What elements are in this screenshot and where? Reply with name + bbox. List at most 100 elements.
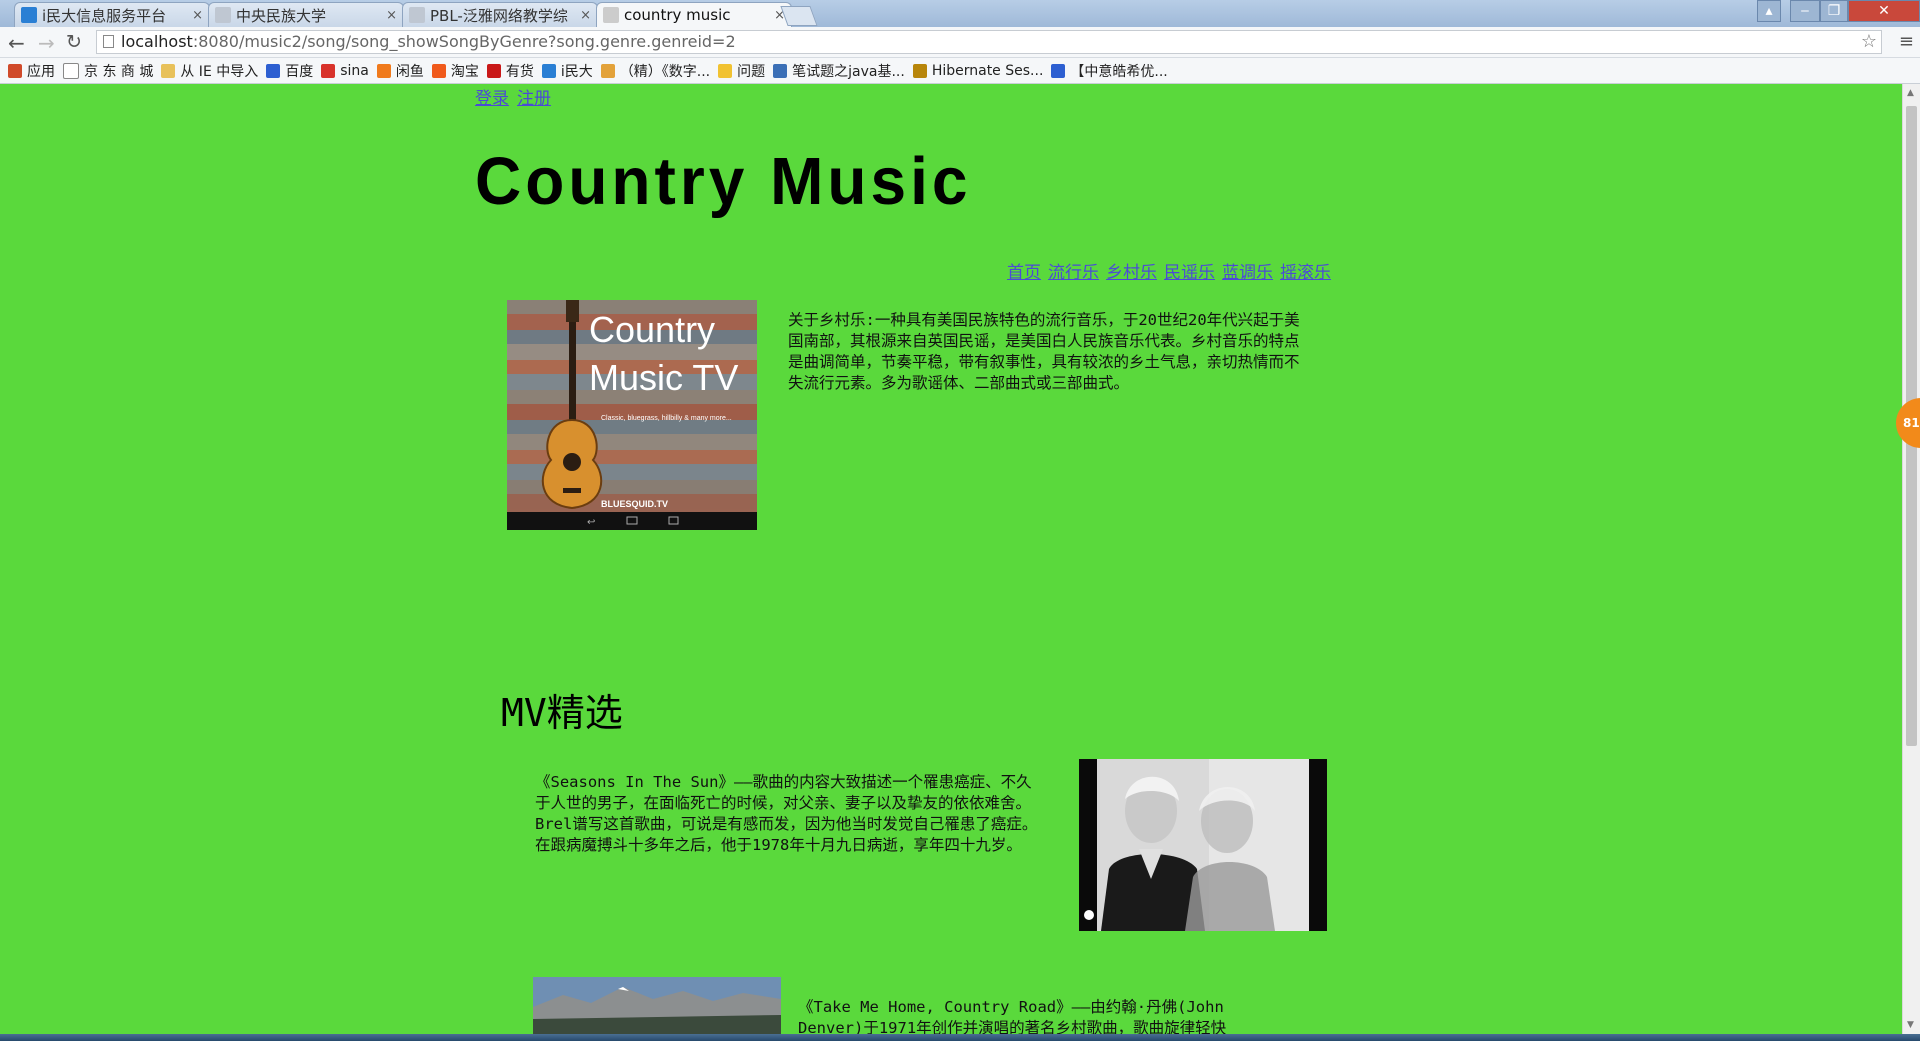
nav-link[interactable]: 流行乐 — [1048, 263, 1099, 283]
register-link[interactable]: 注册 — [517, 89, 551, 109]
menu-icon[interactable]: ≡ — [1899, 31, 1914, 52]
xianyu-icon — [376, 63, 391, 78]
bookmark-item[interactable]: i民大 — [541, 61, 593, 81]
auth-links: 登录 注册 — [475, 84, 559, 109]
forward-icon[interactable]: → — [38, 31, 55, 55]
bookmark-item[interactable]: 淘宝 — [431, 61, 479, 81]
weibo-icon — [321, 63, 336, 78]
bookmarks-bar: 应用 京 东 商 城 从 IE 中导入 百度 sina 闲鱼 淘宝 有货 i民大 （精）《数字..… — [0, 58, 1920, 84]
mv-section-heading: MV精选 — [501, 691, 623, 735]
bookmark-item[interactable]: sina — [321, 63, 369, 79]
country-music-tv-image: Country Music TV Classic, bluegrass, hil… — [507, 300, 757, 530]
bookmark-label: 闲鱼 — [395, 63, 424, 80]
nav-link[interactable]: 民谣乐 — [1164, 263, 1215, 283]
bookmark-item[interactable]: 【中意皓希优... — [1051, 61, 1168, 81]
mv2-description: 《Take Me Home, Country Road》——由约翰·丹佛(Joh… — [798, 998, 1227, 1034]
address-bar[interactable]: localhost:8080/music2/song/song_showSong… — [96, 30, 1882, 54]
bookmark-item[interactable]: 应用 — [8, 61, 55, 81]
browser-tab[interactable]: country music × — [596, 2, 792, 27]
bookmark-item[interactable]: 从 IE 中导入 — [161, 61, 258, 81]
bookmark-label: 应用 — [27, 63, 55, 80]
bookmark-item[interactable]: 有货 — [486, 61, 534, 81]
hero-brand: BLUESQUID.TV — [601, 499, 668, 509]
bookmark-item[interactable]: 笔试题之java基... — [773, 61, 905, 81]
paw-icon — [1051, 63, 1066, 78]
youhuo-icon — [486, 63, 501, 78]
minimize-button[interactable]: ‒ — [1790, 0, 1820, 22]
tab-strip: i民大信息服务平台 × 中央民族大学 × PBL-泛雅网络教学综 × country mus… — [0, 0, 1920, 27]
page-scrollbar[interactable]: ▲ ▼ — [1902, 84, 1920, 1034]
tab-close-icon[interactable]: × — [580, 8, 591, 23]
page-title: Country Music — [475, 143, 972, 219]
tab-title: i民大信息服务平台 — [42, 6, 167, 25]
bookmark-item[interactable]: （精）《数字... — [600, 61, 711, 81]
imd-icon — [541, 63, 556, 78]
back-icon[interactable]: ← — [8, 31, 25, 55]
bookmark-item[interactable]: 闲鱼 — [376, 61, 424, 81]
new-tab-button[interactable] — [780, 6, 818, 26]
url-path: :8080/music2/song/song_showSongByGenre?s… — [192, 32, 736, 51]
login-link[interactable]: 登录 — [475, 89, 509, 109]
tab-favicon-icon — [215, 7, 231, 23]
genre-intro: 关于乡村乐:一种具有美国民族特色的流行音乐，于20世纪20年代兴起于美国南部，其… — [788, 311, 1300, 392]
nav-link[interactable]: 摇滚乐 — [1280, 263, 1331, 283]
hibernate-icon — [912, 63, 927, 78]
bookmark-label: （精）《数字... — [619, 63, 711, 80]
tab-title: country music — [624, 6, 731, 24]
page-icon — [63, 62, 79, 79]
bookmark-label: 问题 — [737, 63, 766, 80]
bookmark-label: sina — [340, 62, 369, 79]
scroll-up-icon[interactable]: ▲ — [1907, 88, 1914, 98]
nav-link[interactable]: 蓝调乐 — [1222, 263, 1273, 283]
play-icon[interactable] — [1084, 910, 1094, 920]
nav-link[interactable]: 乡村乐 — [1106, 263, 1157, 283]
bookmark-label: 有货 — [505, 63, 534, 80]
page-icon — [103, 35, 114, 48]
tab-title: PBL-泛雅网络教学综 — [430, 6, 568, 25]
question-icon — [718, 63, 733, 78]
user-icon[interactable]: ▴ — [1757, 0, 1781, 22]
tab-title: 中央民族大学 — [236, 6, 327, 25]
bookmark-label: 淘宝 — [450, 63, 479, 80]
genre-nav: 首页 流行乐 乡村乐 民谣乐 蓝调乐 摇滚乐 — [1000, 258, 1331, 283]
bookmark-item[interactable]: 问题 — [718, 61, 765, 81]
taobao-icon — [431, 63, 446, 78]
tab-favicon-icon — [603, 7, 619, 23]
baidu-icon — [266, 63, 281, 78]
bookmark-label: Hibernate Ses... — [931, 62, 1044, 79]
folder-icon — [161, 63, 176, 78]
apps-icon — [8, 63, 22, 78]
bookmark-label: 京 东 商 城 — [84, 63, 154, 80]
bookmark-label: 百度 — [285, 63, 314, 80]
browser-tab[interactable]: 中央民族大学 × — [208, 2, 404, 27]
bookmark-label: 笔试题之java基... — [792, 63, 905, 80]
page-content: 登录 注册 Country Music 首页 流行乐 乡村乐 民谣乐 蓝调乐 摇滚乐 Cou… — [0, 84, 1902, 1034]
maximize-button[interactable]: ❐ — [1820, 0, 1848, 22]
bookmark-item[interactable]: 京 东 商 城 — [63, 61, 153, 81]
os-taskbar — [0, 1034, 1920, 1041]
url-host: localhost — [121, 32, 193, 51]
tab-close-icon[interactable]: × — [192, 8, 203, 23]
gear-icon — [773, 63, 788, 78]
hero-tagline: Classic, bluegrass, hillbilly & many mor… — [601, 415, 732, 422]
bookmark-item[interactable]: 百度 — [266, 61, 313, 81]
bookmark-item[interactable]: Hibernate Ses... — [912, 62, 1044, 79]
bookmark-label: i民大 — [560, 63, 593, 80]
android-back-icon: ↩ — [587, 517, 595, 528]
nav-link[interactable]: 首页 — [1007, 263, 1041, 283]
close-window-button[interactable]: ✕ — [1848, 0, 1920, 22]
bookmark-label: 从 IE 中导入 — [180, 63, 259, 80]
bookmark-label: 【中意皓希优... — [1070, 63, 1168, 80]
bookmark-star-icon[interactable]: ☆ — [1861, 31, 1877, 53]
tab-close-icon[interactable]: × — [386, 8, 397, 23]
doc-icon — [600, 63, 615, 78]
hero-line2: Music TV — [589, 357, 738, 398]
reload-icon[interactable]: ↻ — [66, 31, 82, 53]
mv1-thumbnail[interactable] — [1079, 759, 1327, 931]
mv1-description: 《Seasons In The Sun》——歌曲的内容大致描述一个罹患癌症、不久… — [535, 773, 1038, 854]
mv2-thumbnail[interactable] — [533, 977, 781, 1034]
browser-tab[interactable]: PBL-泛雅网络教学综 × — [402, 2, 598, 27]
browser-tab[interactable]: i民大信息服务平台 × — [14, 2, 210, 27]
tab-favicon-icon — [409, 7, 425, 23]
scroll-down-icon[interactable]: ▼ — [1907, 1020, 1914, 1030]
